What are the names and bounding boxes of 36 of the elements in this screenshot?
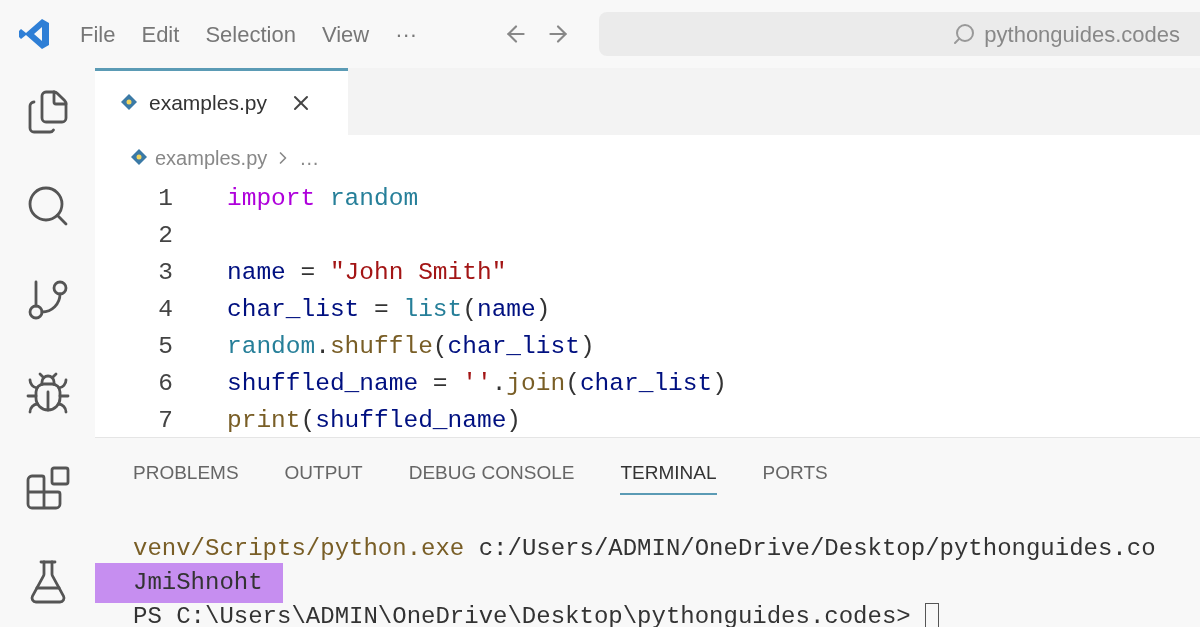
- search-value: pythonguides.codes: [984, 20, 1180, 49]
- code-line: import random: [227, 185, 419, 213]
- search-field[interactable]: pythonguides.codes: [599, 12, 1200, 56]
- menu-item[interactable]: Edit: [141, 17, 180, 51]
- panel-tab[interactable]: TERMINAL: [620, 453, 717, 495]
- line-number: 4: [157, 295, 174, 326]
- code-line: random.shuffle(char_list): [227, 333, 595, 361]
- highlighted-output: JmiShnoht: [95, 563, 283, 603]
- menu-item[interactable]: ···: [395, 17, 418, 51]
- code-line: name = "John Smith": [227, 259, 507, 287]
- search-icon: [952, 22, 977, 46]
- panel-tab[interactable]: DEBUG CONSOLE: [408, 453, 575, 495]
- line-number: 5: [157, 332, 174, 363]
- python-file-icon: [119, 93, 139, 113]
- editor-tab[interactable]: examples.py: [95, 68, 348, 135]
- terminal-line: venv/Scripts/python.exe c:/Users/ADMIN/OneDrive/Desktop/pythonguides.co: [132, 534, 1156, 564]
- code-line: print(shuffled_name): [227, 407, 522, 435]
- line-number: 2: [157, 221, 174, 252]
- breadcrumb-item[interactable]: …: [299, 143, 320, 173]
- panel-tab[interactable]: OUTPUT: [284, 453, 363, 495]
- line-number: 1: [157, 184, 174, 215]
- code-line: char_list = list(name): [227, 296, 551, 324]
- python-file-icon: [129, 148, 149, 168]
- code-line: shuffled_name = ''.join(char_list): [227, 370, 727, 398]
- editor-logo-icon: [16, 16, 52, 52]
- line-number: 6: [157, 369, 174, 400]
- line-number: 3: [157, 258, 174, 289]
- menu-item[interactable]: File: [80, 17, 116, 51]
- panel-tab[interactable]: PORTS: [762, 453, 828, 495]
- breadcrumb-item[interactable]: examples.py: [155, 143, 268, 173]
- panel-tab[interactable]: PROBLEMS: [133, 453, 239, 495]
- menu-item[interactable]: Selection: [205, 17, 296, 51]
- tab-label: examples.py: [149, 90, 267, 117]
- menu-item[interactable]: View: [321, 17, 370, 51]
- line-number: 7: [157, 406, 174, 437]
- cursor: [924, 603, 939, 627]
